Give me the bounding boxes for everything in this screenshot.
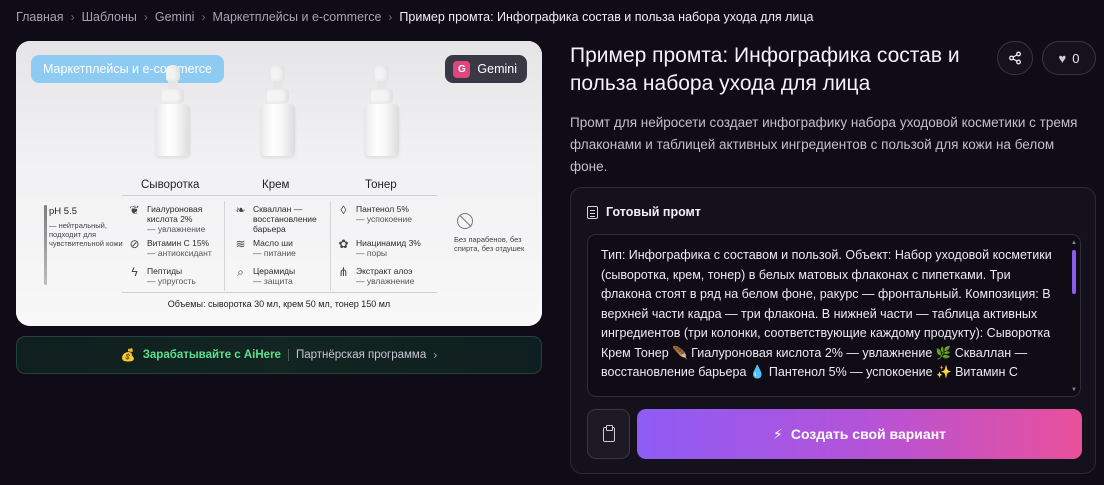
ingredient-item: ⌕ Церамиды — защита <box>234 265 326 287</box>
breadcrumb-separator: › <box>143 10 148 24</box>
scroll-down-icon[interactable]: ▼ <box>1071 387 1077 393</box>
chevron-right-icon: › <box>433 348 438 362</box>
breadcrumb-home[interactable]: Главная <box>16 10 64 24</box>
clipboard-icon <box>602 424 615 442</box>
ph-text: — нейтральный, подходит для чувствительн… <box>49 221 123 248</box>
breadcrumb-current: Пример промта: Инфографика состав и поль… <box>399 10 814 24</box>
flower-icon: ✿ <box>338 237 349 251</box>
prompt-text[interactable]: Тип: Инфографика с составом и пользой. О… <box>601 246 1056 383</box>
breadcrumb-separator: › <box>70 10 75 24</box>
heart-icon: ♥ <box>1058 50 1067 66</box>
partner-program-link[interactable]: Партнёрская программа <box>296 349 426 361</box>
prompt-header: Готовый промт <box>587 205 701 219</box>
prompt-card: Готовый промт Тип: Инфографика с составо… <box>570 187 1096 474</box>
partner-banner[interactable]: 💰 Зарабатывайте с AiHere Партнёрская про… <box>16 336 542 374</box>
breadcrumb-separator: › <box>388 10 393 24</box>
document-icon <box>587 205 598 219</box>
table-divider <box>122 195 437 196</box>
column-serum: Сыворотка <box>141 179 200 191</box>
prompt-textbox[interactable]: Тип: Инфографика с составом и пользой. О… <box>587 234 1081 397</box>
like-count: 0 <box>1072 50 1080 66</box>
gemini-icon: G <box>453 60 471 78</box>
ingredient-item: ❦ Гиалуроновая кислота 2% — увлажнение <box>129 203 206 235</box>
ph-info: pH 5.5 — нейтральный, подходит для чувст… <box>49 206 124 248</box>
table-divider <box>224 201 225 291</box>
ingredient-item: ⊘ Витамин С 15% — антиоксидант <box>129 237 212 259</box>
divider <box>287 349 289 361</box>
ingredient-item: ⋔ Экстракт алоэ — увлажнение <box>338 265 415 287</box>
prohibited-icon <box>457 213 473 229</box>
like-button[interactable]: ♥ 0 <box>1042 41 1096 75</box>
stack-icon: ≋ <box>235 237 246 251</box>
ph-scale-bar <box>44 205 47 285</box>
free-from-text: Без парабенов, без спирта, без отдушек <box>454 235 525 254</box>
column-cream: Крем <box>262 179 290 191</box>
scroll-thumb[interactable] <box>1072 250 1076 294</box>
leaf-icon: ❦ <box>129 203 140 217</box>
page-description: Промт для нейросети создает инфографику … <box>570 115 1078 174</box>
copy-button[interactable] <box>587 409 630 459</box>
bolt-icon: ϟ <box>131 265 138 279</box>
column-toner: Тонер <box>365 179 397 191</box>
ingredient-item: ◊ Пантенол 5% — успокоение <box>337 203 437 225</box>
earn-label: Зарабатывайте с AiHere <box>142 349 281 361</box>
create-variant-button[interactable]: ⚡ Создать свой вариант <box>637 409 1082 459</box>
drop-icon: ◊ <box>340 203 347 217</box>
breadcrumb-separator: › <box>201 10 206 24</box>
table-divider <box>330 201 331 291</box>
money-bag-icon: 💰 <box>120 348 136 362</box>
table-divider <box>122 292 437 293</box>
toner-bottle <box>365 65 399 156</box>
category-tag[interactable]: Маркетплейсы и e-commerce <box>31 55 224 83</box>
preview-image[interactable]: Маркетплейсы и e-commerce G Gemini pH 5.… <box>16 41 542 326</box>
breadcrumb: Главная › Шаблоны › Gemini › Маркетплейс… <box>16 9 814 25</box>
cream-bottle <box>261 65 295 156</box>
serum-bottle <box>156 65 190 156</box>
capsule-icon: ⊘ <box>129 237 140 251</box>
share-icon <box>1009 51 1021 65</box>
scroll-up-icon[interactable]: ▲ <box>1071 240 1077 246</box>
create-variant-label: Создать свой вариант <box>790 426 947 442</box>
aloe-icon: ⋔ <box>338 265 349 279</box>
ph-title: pH 5.5 <box>49 206 77 217</box>
ingredient-item: ≋ Масло ши — питание <box>235 237 296 259</box>
prompt-header-label: Готовый промт <box>606 205 701 219</box>
sprout-icon: ❧ <box>235 203 246 217</box>
ingredient-item: ❧ Скваллан — восстановление барьера <box>235 203 317 235</box>
share-button[interactable] <box>997 41 1033 75</box>
model-tag[interactable]: G Gemini <box>445 55 527 83</box>
model-tag-label: Gemini <box>477 62 517 76</box>
lightning-icon: ⚡ <box>772 425 783 442</box>
ingredient-item: ✿ Ниацинамид 3% — поры <box>338 237 421 259</box>
page-title: Пример промта: Инфографика состав и поль… <box>570 44 960 95</box>
breadcrumb-category[interactable]: Маркетплейсы и e-commerce <box>212 10 381 24</box>
breadcrumb-templates[interactable]: Шаблоны <box>82 10 137 24</box>
search-icon: ⌕ <box>237 265 244 279</box>
ingredient-item: ϟ Пептиды — упругость <box>128 265 220 287</box>
breadcrumb-gemini[interactable]: Gemini <box>155 10 195 24</box>
volumes-text: Объемы: сыворотка 30 мл, крем 50 мл, тон… <box>167 299 391 309</box>
scrollbar[interactable]: ▲ ▼ <box>1071 240 1077 393</box>
